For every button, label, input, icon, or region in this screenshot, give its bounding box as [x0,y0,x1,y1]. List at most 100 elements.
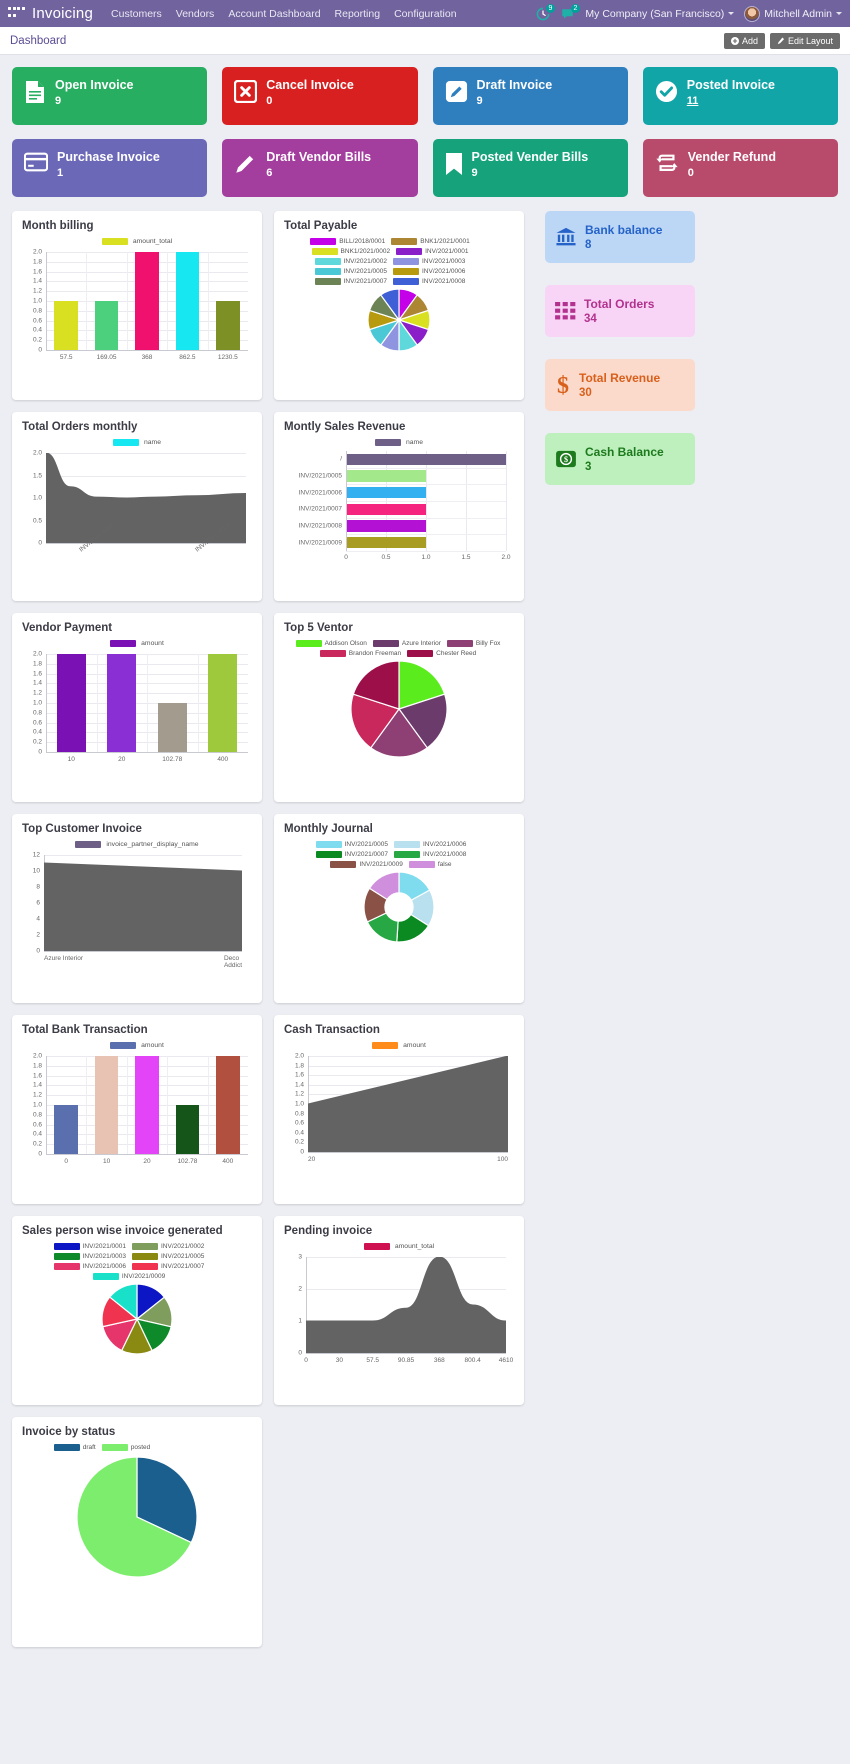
legend-item[interactable]: draft [53,1444,96,1451]
bar[interactable] [54,301,78,350]
legend-item[interactable]: posted [101,1444,150,1451]
legend-item[interactable]: INV/2021/0001 [396,248,468,255]
tile-posted-invoice[interactable]: Posted Invoice 11 [642,67,838,125]
app-brand[interactable]: Invoicing [32,5,93,22]
menu-item-account-dashboard[interactable]: Account Dashboard [228,8,320,20]
area-series[interactable] [308,1056,508,1152]
bar[interactable] [346,503,426,516]
company-name: My Company (San Francisco) [585,7,725,20]
stat-cash-balance[interactable]: $ Cash Balance 3 [545,433,695,485]
bar[interactable] [135,252,159,350]
legend-item[interactable]: Azure Interior [372,640,441,647]
legend-item[interactable]: INV/2021/0009 [330,861,403,868]
legend-swatch [393,258,419,265]
chart-monthly-journal[interactable]: INV/2021/0005 INV/2021/0006 INV/2021/0007 I… [284,841,514,993]
legend-item[interactable]: false [408,861,452,868]
legend-item[interactable]: INV/2021/0003 [53,1253,126,1260]
apps-grid-icon[interactable] [8,6,26,21]
chart-total-orders-monthly[interactable]: name 0 0.5 1.0 1.5 2.0 INV/2021/0006 INV/2021/… [22,439,252,591]
chart-cash-transaction[interactable]: amount 0 0.2 0.4 0.6 0.8 1.0 1.2 1.4 1.6 1.8 2.0 20… [284,1042,514,1194]
tile-cancel-invoice[interactable]: Cancel Invoice 0 [222,67,418,125]
menu-item-vendors[interactable]: Vendors [176,8,215,20]
chart-monthly-sales-revenue[interactable]: name 0 0.5 1.0 1.5 2.0 / INV/2021/0005 INV/2021… [284,439,514,591]
menu-item-reporting[interactable]: Reporting [335,8,381,20]
legend-item[interactable]: INV/2021/0002 [314,258,387,265]
bar[interactable] [175,1105,200,1154]
bar[interactable] [135,1056,159,1154]
chart-vendor-payment[interactable]: amount 0 0.2 0.4 0.6 0.8 1.0 1.2 1.4 1.6 1.8 2.0 10… [22,640,252,792]
tile-vender-refund[interactable]: Vender Refund 0 [642,139,838,197]
breadcrumb[interactable]: Dashboard [10,35,66,47]
tile-open-invoice[interactable]: Open Invoice 9 [12,67,208,125]
stat-bank-balance[interactable]: Bank balance 8 [545,211,695,263]
stat-total-orders[interactable]: Total Orders 34 [545,285,695,337]
donut-hole [384,892,414,922]
bar[interactable] [54,1105,78,1154]
user-menu[interactable]: Mitchell Admin [744,5,842,22]
bar[interactable] [216,301,240,350]
activities-icon[interactable]: 9 [536,3,556,21]
company-switcher[interactable]: My Company (San Francisco) [585,7,735,20]
tile-draft-invoice[interactable]: Draft Invoice 9 [432,67,628,125]
chart-top-5-vendor[interactable]: Addison Olson Azure Interior Billy Fox Bran… [284,640,514,792]
bar[interactable] [208,654,238,752]
messages-icon[interactable]: 2 [560,3,581,21]
menu-item-configuration[interactable]: Configuration [394,8,456,20]
bar[interactable] [346,520,426,532]
legend-item[interactable]: INV/2021/0002 [132,1243,204,1250]
bar[interactable] [175,252,200,350]
legend-item[interactable]: INV/2021/0005 [315,841,388,848]
legend-item[interactable]: INV/2021/0007 [132,1263,204,1270]
legend-item[interactable]: BNK1/2021/0001 [391,238,470,245]
add-button[interactable]: Add [723,32,765,49]
legend-item[interactable]: Chester Reed [407,650,476,657]
bookmark-icon [445,152,463,176]
bar[interactable] [94,301,119,350]
tile-draft-vendor-bills[interactable]: Draft Vendor Bills 6 [222,139,418,197]
menu-item-customers[interactable]: Customers [111,8,162,20]
bar[interactable] [346,486,426,499]
legend-item[interactable]: Billy Fox [446,640,500,647]
legend-item[interactable]: Brandon Freeman [319,650,401,657]
legend-item[interactable]: INV/2021/0008 [393,278,465,285]
bar[interactable] [346,470,426,482]
legend-item[interactable]: INV/2021/0009 [92,1273,165,1280]
area-series[interactable] [44,855,242,951]
area-series[interactable] [306,1257,506,1353]
edit-layout-button[interactable]: Edit Layout [769,32,840,49]
bar[interactable] [157,703,187,752]
refund-arrows-icon [655,152,679,174]
bar[interactable] [107,654,137,752]
y-tick-label: 1.2 [32,1091,42,1099]
legend-item[interactable]: INV/2021/0003 [393,258,465,265]
legend-item[interactable]: INV/2021/0005 [132,1253,204,1260]
bar[interactable] [94,1056,119,1154]
stat-total-revenue[interactable]: $ Total Revenue 30 [545,359,695,411]
chart-sales-person-wise[interactable]: INV/2021/0001 INV/2021/0002 INV/2021/0003 I… [22,1243,252,1395]
legend-item[interactable]: INV/2021/0007 [314,278,387,285]
bar[interactable] [346,453,506,466]
chart-month-billing[interactable]: amount_total 0 0.2 0.4 0.6 0.8 1.0 1.2 1.4 1.6 1.… [22,238,252,390]
legend-item[interactable]: INV/2021/0008 [394,851,466,858]
bar[interactable] [346,536,426,549]
legend-item[interactable]: Addison Olson [295,640,367,647]
x-tick-label: 57.5 [366,1357,379,1364]
chart-top-customer-invoice[interactable]: invoice_partner_display_name 0 2 4 6 8 10 12 Az… [22,841,252,993]
tile-posted-vender-bills[interactable]: Posted Vender Bills 9 [432,139,628,197]
legend-item[interactable]: INV/2021/0005 [314,268,387,275]
legend-item[interactable]: INV/2021/0006 [394,841,466,848]
legend-item[interactable]: INV/2021/0007 [315,851,388,858]
legend-item[interactable]: INV/2021/0006 [53,1263,126,1270]
legend-item[interactable]: BILL/2018/0001 [310,238,385,245]
gridline [86,1056,88,1154]
chart-total-bank-transaction[interactable]: amount 0 0.2 0.4 0.6 0.8 1.0 1.2 1.4 1.6 1.8 2.0 0 1… [22,1042,252,1194]
legend-item[interactable]: INV/2021/0006 [393,268,465,275]
chart-invoice-by-status[interactable]: draft posted [22,1444,252,1644]
chart-total-payable[interactable]: BILL/2018/0001 BNK1/2021/0001 BNK1/2021/00… [284,238,514,390]
legend-item[interactable]: BNK1/2021/0002 [311,248,390,255]
tile-purchase-invoice[interactable]: Purchase Invoice 1 [12,139,208,197]
bar[interactable] [216,1056,240,1154]
bar[interactable] [56,654,86,752]
chart-pending-invoice[interactable]: amount_total 0 1 2 3 0 30 57.5 90.85 368 800.4 461… [284,1243,514,1395]
legend-item[interactable]: INV/2021/0001 [53,1243,126,1250]
